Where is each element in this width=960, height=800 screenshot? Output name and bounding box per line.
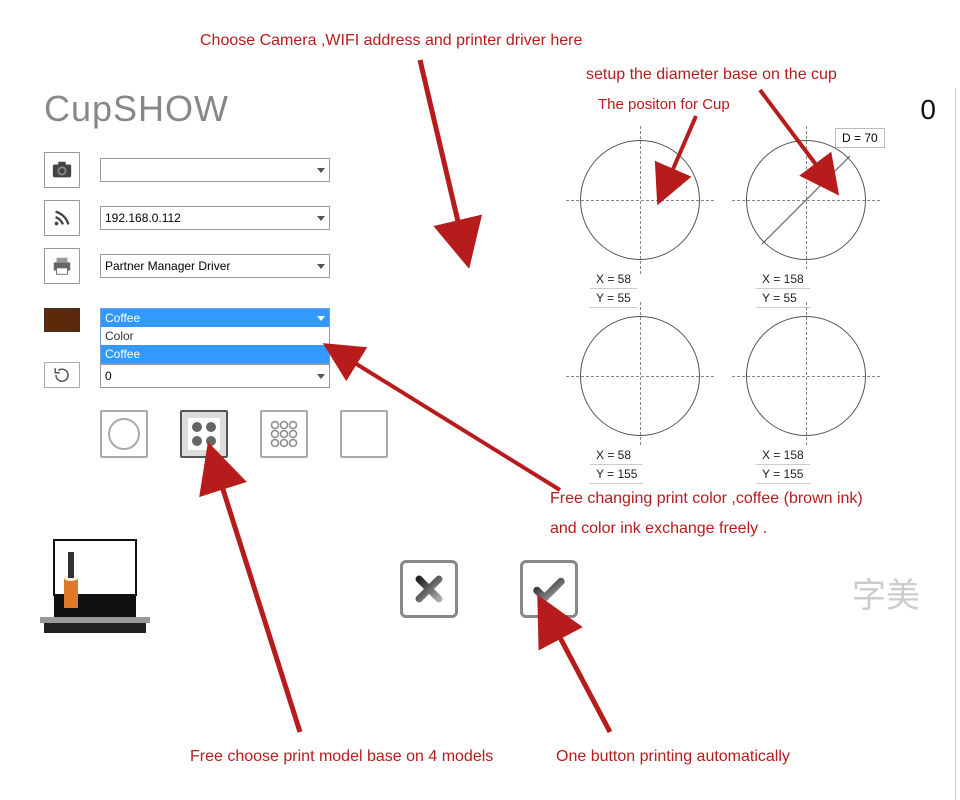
ink-option-coffee[interactable]: Coffee [101,345,329,363]
cup2-readout: X = 158 Y = 55 [756,270,810,308]
cup4-y[interactable]: Y = 155 [756,465,810,484]
annotation-diameter: setup the diameter base on the cup [586,66,837,84]
cup4-readout: X = 158 Y = 155 [756,446,810,484]
diameter-indicator [746,140,866,260]
ink-type-select[interactable]: Coffee Color Coffee [100,308,330,364]
right-divider [955,88,956,800]
printer-driver-select[interactable]: Partner Manager Driver [100,254,330,278]
cup4-crosshair-v [806,302,807,450]
annotation-models: Free choose print model base on 4 models [190,748,493,766]
model-nine-cups[interactable] [260,410,308,458]
cup3-crosshair-v [640,302,641,450]
cup2-y[interactable]: Y = 55 [756,289,810,308]
model-four-cups[interactable] [180,410,228,458]
annotation-ink1: Free changing print color ,coffee (brown… [550,490,863,508]
cup3-readout: X = 58 Y = 155 [590,446,643,484]
cup3-x[interactable]: X = 58 [590,446,643,465]
ink-type-selected: Coffee [105,311,140,325]
cup-count-display: 0 [920,94,936,126]
printer-icon [44,248,80,284]
annotation-position: The positon for Cup [598,96,730,113]
model-square[interactable] [340,410,388,458]
cancel-button[interactable] [400,560,458,618]
wifi-address-select[interactable]: 192.168.0.112 [100,206,330,230]
wifi-icon [44,200,80,236]
app-logo: CupSHOW [44,88,229,130]
ink-color-swatch [44,308,80,332]
print-button[interactable] [520,560,578,618]
cup1-x[interactable]: X = 58 [590,270,637,289]
model-single-cup[interactable] [100,410,148,458]
cup2-x[interactable]: X = 158 [756,270,810,289]
rotate-icon [44,362,80,388]
brand-cn-text: 字美 [852,568,920,617]
camera-select[interactable] [100,158,330,182]
annotation-top: Choose Camera ,WIFI address and printer … [200,32,582,50]
annotation-ink2: and color ink exchange freely . [550,520,767,538]
annotation-onebutton: One button printing automatically [556,748,790,766]
rotate-value-select[interactable]: 0 [100,364,330,388]
cup1-readout: X = 58 Y = 55 [590,270,637,308]
camera-icon [44,152,80,188]
cup1-y[interactable]: Y = 55 [590,289,637,308]
cup3-y[interactable]: Y = 155 [590,465,643,484]
printer-illustration [34,530,154,645]
ink-option-color[interactable]: Color [101,327,329,345]
cup4-x[interactable]: X = 158 [756,446,810,465]
cup1-crosshair-v [640,126,641,274]
